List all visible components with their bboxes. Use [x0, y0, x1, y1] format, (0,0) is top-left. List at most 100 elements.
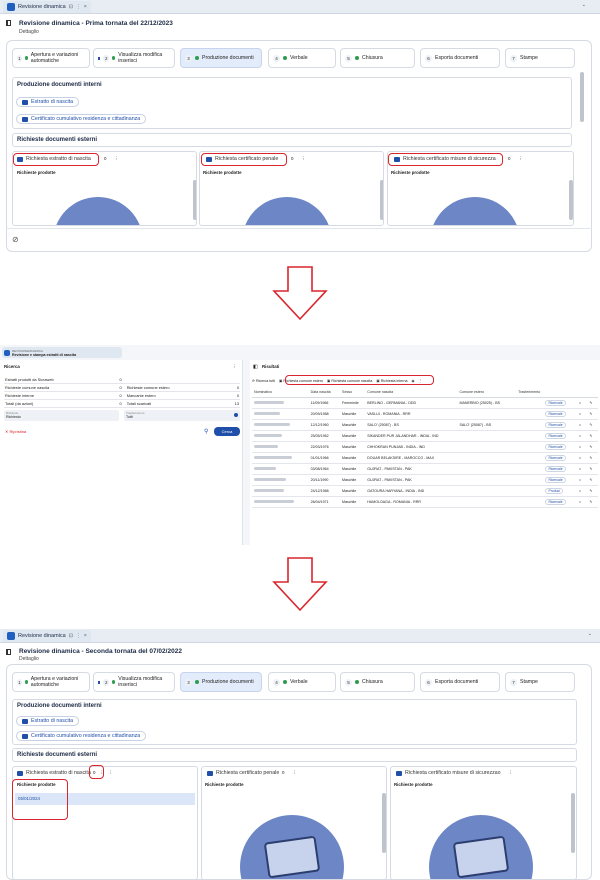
home-icon[interactable]: ⌂ [576, 408, 588, 420]
edit-icon[interactable]: ✎ [587, 397, 598, 409]
row-action-button[interactable]: Ricercale [545, 432, 566, 439]
search-button[interactable]: Cerca [214, 427, 240, 436]
table-row[interactable]: 01/01/1966 Maschile DOUAR BELAKSIRE - MARO… [252, 452, 598, 464]
table-row[interactable]: 11/09/1966 Femminile BERLINO - GERMANIA - … [252, 397, 598, 409]
row-action-button[interactable]: Ricercale [545, 421, 566, 428]
richiesta-penale-button[interactable]: Richiesta certificato penale [203, 768, 283, 778]
step-6[interactable]: 6 Esporta documenti [420, 672, 500, 692]
edit-icon[interactable]: ✎ [587, 485, 598, 497]
pin-icon[interactable]: ⊡ [69, 4, 73, 10]
step-5[interactable]: 5 Chiusura [340, 48, 415, 68]
estratto-nascita-button[interactable]: Estratto di nascita [16, 97, 80, 107]
top-window-tab[interactable]: Revisione dinamica ⊡ ⋮ × [3, 0, 91, 13]
step-2[interactable]: 2 Visualizza modifica inserisci [93, 48, 175, 68]
certificato-cumulativo-button[interactable]: Certificato cumulativo residenza e citta… [16, 731, 147, 741]
more-icon[interactable]: ⋮ [292, 770, 296, 776]
edit-icon[interactable]: ✎ [587, 441, 598, 453]
estratto-nascita-button[interactable]: Estratto di nascita [16, 716, 80, 726]
table-row[interactable]: 24/12/1988 Maschile GATOURA HARYANA - INDI… [252, 485, 598, 497]
edit-icon[interactable]: ✎ [587, 452, 598, 464]
step-1[interactable]: 1 Apertura e variazioni automatiche [12, 672, 90, 692]
printer-icon [22, 116, 28, 122]
step-2[interactable]: 2 Visualizza modifica inserisci [93, 672, 175, 692]
sidebar-toggle-icon[interactable] [6, 649, 11, 655]
home-icon[interactable]: ⌂ [576, 496, 588, 508]
table-row[interactable]: 26/04/1971 Maschile HAMOLOAGA - ROMANIA - … [252, 496, 598, 508]
home-icon[interactable]: ⌂ [576, 474, 588, 486]
table-row[interactable]: 20/11/1990 Maschile GUJRAT - PAKISTAN - PA… [252, 474, 598, 486]
bottom-window-tab[interactable]: Revisione dinamica ⊡ ⋮ × [3, 629, 91, 642]
home-icon[interactable]: ⌂ [576, 397, 588, 409]
zoom-icon[interactable]: ⚲ [204, 428, 208, 435]
row-action-button[interactable]: Ricercale [545, 410, 566, 417]
row-action-button[interactable]: Ricercale [545, 443, 566, 450]
richiesta-estratto-button[interactable]: Richiesta estratto di nascita [13, 768, 95, 778]
step-4[interactable]: 4 Verbale [268, 672, 336, 692]
pin-icon[interactable]: ⊡ [69, 633, 73, 639]
scrollbar[interactable] [569, 180, 573, 220]
table-row[interactable]: 22/03/1976 Maschile CHHOKRAN PUNJAB - INDI… [252, 441, 598, 453]
richiesto-select[interactable]: Richiesto Richiesto [4, 410, 119, 421]
step-1[interactable]: 1 Apertura e variazioni automatiche [12, 48, 90, 68]
step-3[interactable]: 3 Produzione documenti [180, 672, 262, 692]
action-cell: Ricercale [543, 496, 577, 508]
home-icon[interactable]: ⌂ [576, 430, 588, 442]
table-row[interactable]: 03/08/1964 Maschile GUJRAT - PAKISTAN - PA… [252, 463, 598, 475]
row-action-button[interactable]: Ricercale [545, 465, 566, 472]
edit-icon[interactable]: ✎ [587, 463, 598, 475]
scrollbar[interactable] [571, 793, 575, 853]
richiesta-misure-button[interactable]: Richiesta certificato misure di sicurezz… [392, 768, 502, 778]
home-icon[interactable]: ⌂ [576, 463, 588, 475]
table-row[interactable]: 12/12/1960 Maschile SALO' (25087) - BS SALO… [252, 419, 598, 431]
step-7[interactable]: 7 Stampe [505, 48, 575, 68]
more-icon[interactable]: ⋮ [301, 156, 305, 162]
row-action-button[interactable]: Ricercale [545, 498, 566, 505]
row-action-button[interactable]: Ricercale [545, 476, 566, 483]
more-icon[interactable]: ⋮ [232, 364, 236, 370]
step-4[interactable]: 4 Verbale [268, 48, 336, 68]
step-7[interactable]: 7 Stampe [505, 672, 575, 692]
date-cell: 20/11/1990 [308, 474, 341, 486]
attachment-icon[interactable]: ⊘ [12, 235, 19, 244]
edit-icon[interactable]: ✎ [587, 496, 598, 508]
sidebar-toggle-icon[interactable] [6, 20, 11, 26]
scrollbar[interactable] [580, 72, 584, 122]
row-action-button[interactable]: Ricercale [545, 454, 566, 461]
scrollbar[interactable] [382, 793, 386, 853]
edit-icon[interactable]: ✎ [587, 419, 598, 431]
trasferimento-select[interactable]: Trasferimento Tutti [124, 410, 240, 421]
close-icon[interactable]: × [84, 4, 87, 10]
more-icon[interactable]: ⋮ [114, 156, 118, 162]
more-icon[interactable]: ⋮ [518, 156, 522, 162]
reset-button[interactable]: ✕ Ripristina [5, 429, 26, 434]
row-action-button[interactable]: Produci [545, 487, 563, 494]
more-icon[interactable]: ⋮ [76, 4, 81, 10]
chevron-down-icon[interactable]: ⌄ [582, 2, 586, 8]
home-icon[interactable]: ⌂ [576, 452, 588, 464]
home-icon[interactable]: ⌂ [576, 441, 588, 453]
sex-cell: Maschile [340, 441, 366, 453]
more-icon[interactable]: ⋮ [108, 770, 112, 776]
home-icon[interactable]: ⌂ [576, 419, 588, 431]
edit-icon[interactable]: ✎ [587, 408, 598, 420]
panel-icon[interactable]: ◧ [253, 364, 258, 370]
more-icon[interactable]: ⋮ [76, 633, 81, 639]
row-action-button[interactable]: Ricercale [545, 399, 566, 406]
estero-cell: MANERBIO (25025) - BS [457, 397, 517, 409]
edit-icon[interactable]: ✎ [587, 430, 598, 442]
table-row[interactable]: 20/09/1988 Maschile VASLUI - ROMANIA - RRR… [252, 408, 598, 420]
edit-icon[interactable]: ✎ [587, 474, 598, 486]
home-icon[interactable]: ⌂ [576, 485, 588, 497]
more-icon[interactable]: ⋮ [508, 770, 512, 776]
step-6[interactable]: 6 Esporta documenti [420, 48, 500, 68]
certificato-cumulativo-button[interactable]: Certificato cumulativo residenza e citta… [16, 114, 147, 124]
close-icon[interactable]: × [84, 633, 87, 639]
chevron-down-icon[interactable]: ⌄ [588, 631, 592, 637]
scrollbar[interactable] [193, 180, 196, 220]
middle-window-tab[interactable]: REVISIONEDINAMICA Revisione e stampa est… [2, 347, 122, 358]
step-5[interactable]: 5 Chiusura [340, 672, 415, 692]
step-3[interactable]: 3 Produzione documenti [180, 48, 262, 68]
scrollbar[interactable] [380, 180, 383, 220]
ricerca-tutti-button[interactable]: ⟳ Ricerca tutti [252, 379, 275, 383]
table-row[interactable]: 25/05/1962 Maschile SIKANDER PUR JALANDHAR… [252, 430, 598, 442]
